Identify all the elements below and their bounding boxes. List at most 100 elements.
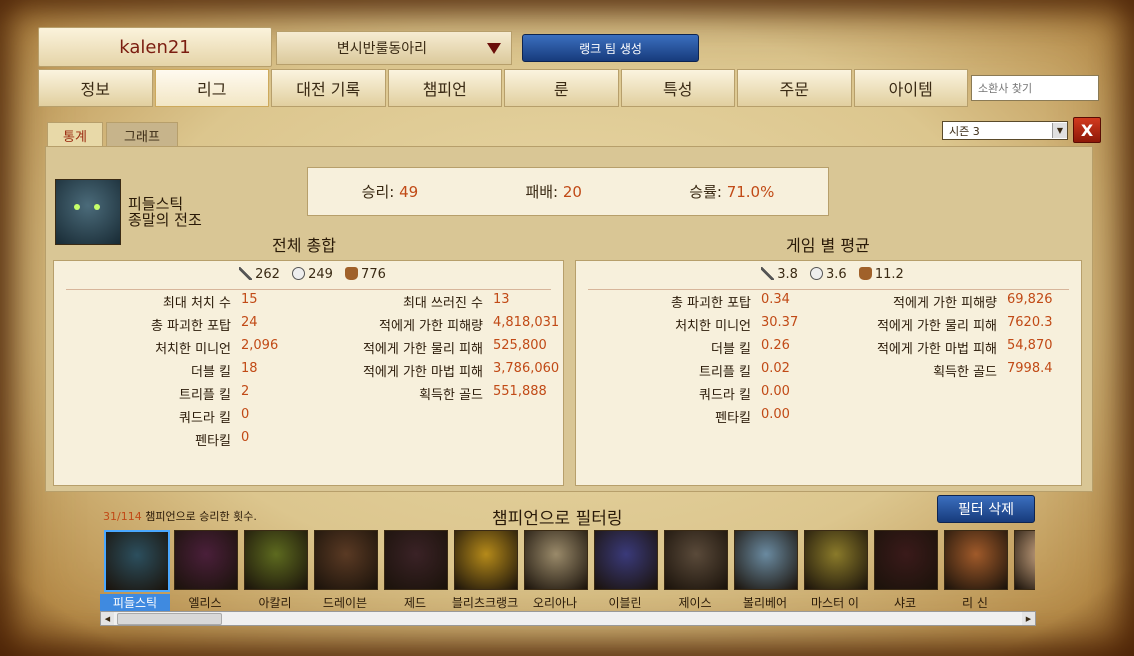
nav-tab[interactable]: 챔피언 (387, 69, 502, 107)
stat-row: 총 파괴한 포탑 24 (54, 315, 258, 335)
champion-name: 피들스틱 (128, 195, 184, 213)
stat-row: 쿼드라 킬 0 (54, 407, 249, 427)
season-select[interactable]: 시즌 3 ▼ (942, 121, 1068, 140)
stat-label: 쿼드라 킬 (179, 411, 231, 426)
create-rank-team-button[interactable]: 랭크 팀 생성 (522, 34, 699, 62)
stat-label: 획득한 골드 (933, 365, 997, 380)
stat-row: 처치한 미니언 2,096 (54, 338, 278, 358)
stat-value: 0 (241, 407, 250, 422)
champion-filter-name: 엘리스 (188, 596, 222, 610)
winrate-value: 71.0% (726, 183, 775, 201)
stat-label: 더블 킬 (710, 342, 751, 357)
stat-label: 적에게 가한 피해량 (893, 296, 997, 311)
nav-tab[interactable]: 정보 (38, 69, 153, 107)
stat-row: 적에게 가한 마법 피해 54,870 (826, 338, 1053, 358)
horizontal-scrollbar[interactable]: ◀ ▶ (100, 611, 1036, 626)
stat-value: 24 (241, 315, 258, 330)
stat-row: 획득한 골드 551,888 (304, 384, 547, 404)
champion-filter-name: 블리츠크랭크 (451, 596, 519, 610)
champion-filter-item[interactable]: 아칼리 (240, 526, 310, 610)
stat-value: 7620.3 (1007, 315, 1053, 330)
club-select-value: 변시반룰동아리 (336, 41, 428, 57)
nav-tab[interactable]: 주문 (737, 69, 852, 107)
stat-label: 적에게 가한 피해량 (379, 319, 483, 334)
stat-label: 최대 처치 수 (162, 296, 231, 311)
nav-tab[interactable]: 리그 (154, 69, 269, 107)
champion-title: 종말의 전조 (128, 211, 202, 229)
stat-label: 펜타킬 (715, 411, 751, 426)
nav-tab[interactable]: 룬 (504, 69, 619, 107)
champion-icon (734, 530, 798, 590)
champion-filter-item[interactable]: 볼리베어 (730, 526, 800, 610)
stat-row: 최대 쓰러진 수 13 (304, 292, 510, 312)
champion-filter-item[interactable]: 드레이븐 (310, 526, 380, 610)
nav-tab[interactable]: 대전 기록 (271, 69, 386, 107)
stat-row: 적에게 가한 피해량 69,826 (826, 292, 1053, 312)
username: kalen21 (119, 36, 191, 58)
stat-label: 획득한 골드 (419, 388, 483, 403)
stat-row: 펜타킬 0 (54, 430, 249, 450)
tab-graph[interactable]: 그래프 (106, 122, 178, 147)
chevron-down-icon (487, 42, 501, 54)
stat-value: 3,786,060 (493, 361, 560, 376)
assists-value: 776 (361, 267, 386, 282)
stat-row: 펜타킬 0.00 (576, 407, 790, 427)
stat-value: 54,870 (1007, 338, 1053, 353)
divider (588, 289, 1069, 290)
totals-title: 전체 총합 (272, 236, 336, 255)
sword-icon (761, 267, 775, 280)
stat-row: 트리플 킬 2 (54, 384, 249, 404)
filter-count-value: 31/114 (103, 510, 142, 523)
champion-filter-item[interactable]: 이블린 (590, 526, 660, 610)
champion-icon (244, 530, 308, 590)
champion-icon (874, 530, 938, 590)
champion-filter-item[interactable]: 샤코 (870, 526, 940, 610)
champion-filter-item[interactable]: 피들스틱 (100, 526, 170, 611)
champion-filter-item[interactable]: 마스터 이 (800, 526, 870, 610)
win-loss-summary: 승리: 49 패배: 20 승률: 71.0% (307, 167, 829, 216)
nav-tab[interactable]: 특성 (620, 69, 735, 107)
club-select[interactable]: 변시반룰동아리 (276, 31, 512, 65)
stat-value: 4,818,031 (493, 315, 560, 330)
summoner-search-input[interactable] (971, 75, 1099, 101)
close-button[interactable]: X (1073, 117, 1101, 143)
deaths-value: 3.6 (826, 267, 847, 282)
kills-value: 262 (255, 267, 280, 282)
champion-filter-item[interactable]: 오리아나 (520, 526, 590, 610)
champion-filter-item[interactable]: 제이스 (660, 526, 730, 610)
stat-value: 69,826 (1007, 292, 1053, 307)
stat-label: 총 파괴한 포탑 (150, 319, 231, 334)
scroll-right-icon[interactable]: ▶ (1022, 612, 1035, 625)
losses-value: 20 (562, 183, 582, 201)
champion-filter-item[interactable]: 리 신 (940, 526, 1010, 610)
assists-value: 11.2 (874, 267, 904, 282)
skull-icon (292, 267, 306, 280)
tab-stats[interactable]: 통계 (47, 122, 103, 147)
nav-tab[interactable]: 아이템 (853, 69, 968, 107)
champion-filter-item[interactable]: 제드 (380, 526, 450, 610)
stat-row: 적에게 가한 마법 피해 3,786,060 (304, 361, 559, 381)
stat-value: 0.02 (761, 361, 790, 376)
stat-label: 펜타킬 (195, 434, 231, 449)
stat-label: 처치한 미니언 (155, 342, 231, 357)
champion-icon (664, 530, 728, 590)
averages-box: 3.8 3.6 11.2 총 파괴한 포탑 0.34 처치한 미니언 30.37 더블 … (575, 260, 1082, 486)
stat-value: 13 (493, 292, 510, 307)
filter-count: 31/114 챔피언으로 승리한 횟수. (103, 508, 257, 524)
stat-value: 7998.4 (1007, 361, 1053, 376)
wins: 승리: 49 (362, 181, 419, 202)
champion-filter-item[interactable] (1010, 526, 1035, 610)
champion-icon (944, 530, 1008, 590)
champion-filter-item[interactable]: 엘리스 (170, 526, 240, 610)
scroll-thumb[interactable] (117, 613, 222, 625)
clear-filter-button[interactable]: 필터 삭제 (937, 495, 1035, 523)
champion-icon (454, 530, 518, 590)
stat-value: 18 (241, 361, 258, 376)
stat-value: 0.00 (761, 384, 790, 399)
stat-value: 551,888 (493, 384, 547, 399)
champion-filter-item[interactable]: 블리츠크랭크 (450, 526, 520, 610)
scroll-left-icon[interactable]: ◀ (101, 612, 114, 625)
stat-row: 최대 처치 수 15 (54, 292, 258, 312)
stat-row: 적에게 가한 물리 피해 7620.3 (826, 315, 1053, 335)
champion-icon (314, 530, 378, 590)
